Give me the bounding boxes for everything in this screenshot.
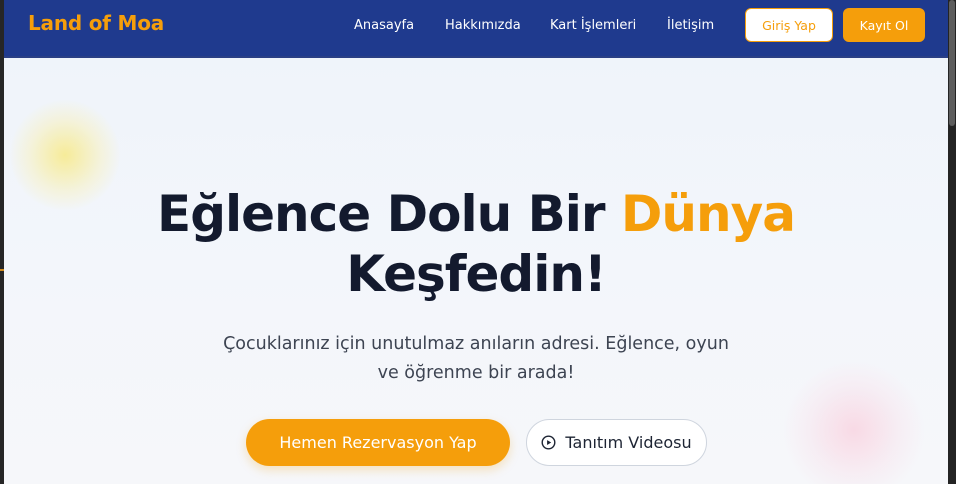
hero-title-part2: Keşfedin! — [346, 245, 607, 303]
login-button[interactable]: Giriş Yap — [745, 8, 833, 42]
decorative-pink-blob — [784, 360, 924, 484]
video-button[interactable]: Tanıtım Videosu — [526, 419, 707, 466]
scrollbar-thumb[interactable] — [949, 0, 955, 126]
page-viewport: Land of Moa Anasayfa Hakkımızda Kart İşl… — [4, 0, 948, 484]
nav-link-anasayfa[interactable]: Anasayfa — [354, 18, 414, 33]
video-button-label: Tanıtım Videosu — [565, 433, 692, 452]
nav-link-iletisim[interactable]: İletişim — [667, 18, 714, 33]
hero-subtitle: Çocuklarınız için unutulmaz anıların adr… — [223, 334, 729, 383]
reservation-button[interactable]: Hemen Rezervasyon Yap — [246, 419, 510, 466]
hero-title-part1: Eğlence Dolu Bir — [157, 185, 621, 243]
browser-frame: Land of Moa Anasayfa Hakkımızda Kart İşl… — [0, 0, 956, 484]
register-button[interactable]: Kayıt Ol — [843, 8, 925, 42]
hero-title: Eğlence Dolu Bir Dünya Keşfedin! — [4, 184, 948, 304]
hero-title-accent: Dünya — [620, 185, 796, 243]
nav-link-kart-islemleri[interactable]: Kart İşlemleri — [550, 18, 636, 33]
top-navbar: Land of Moa Anasayfa Hakkımızda Kart İşl… — [4, 0, 948, 58]
vertical-scrollbar[interactable] — [948, 0, 956, 484]
play-circle-icon — [541, 435, 556, 450]
nav-link-hakkimizda[interactable]: Hakkımızda — [445, 18, 521, 33]
brand-logo[interactable]: Land of Moa — [28, 11, 164, 35]
